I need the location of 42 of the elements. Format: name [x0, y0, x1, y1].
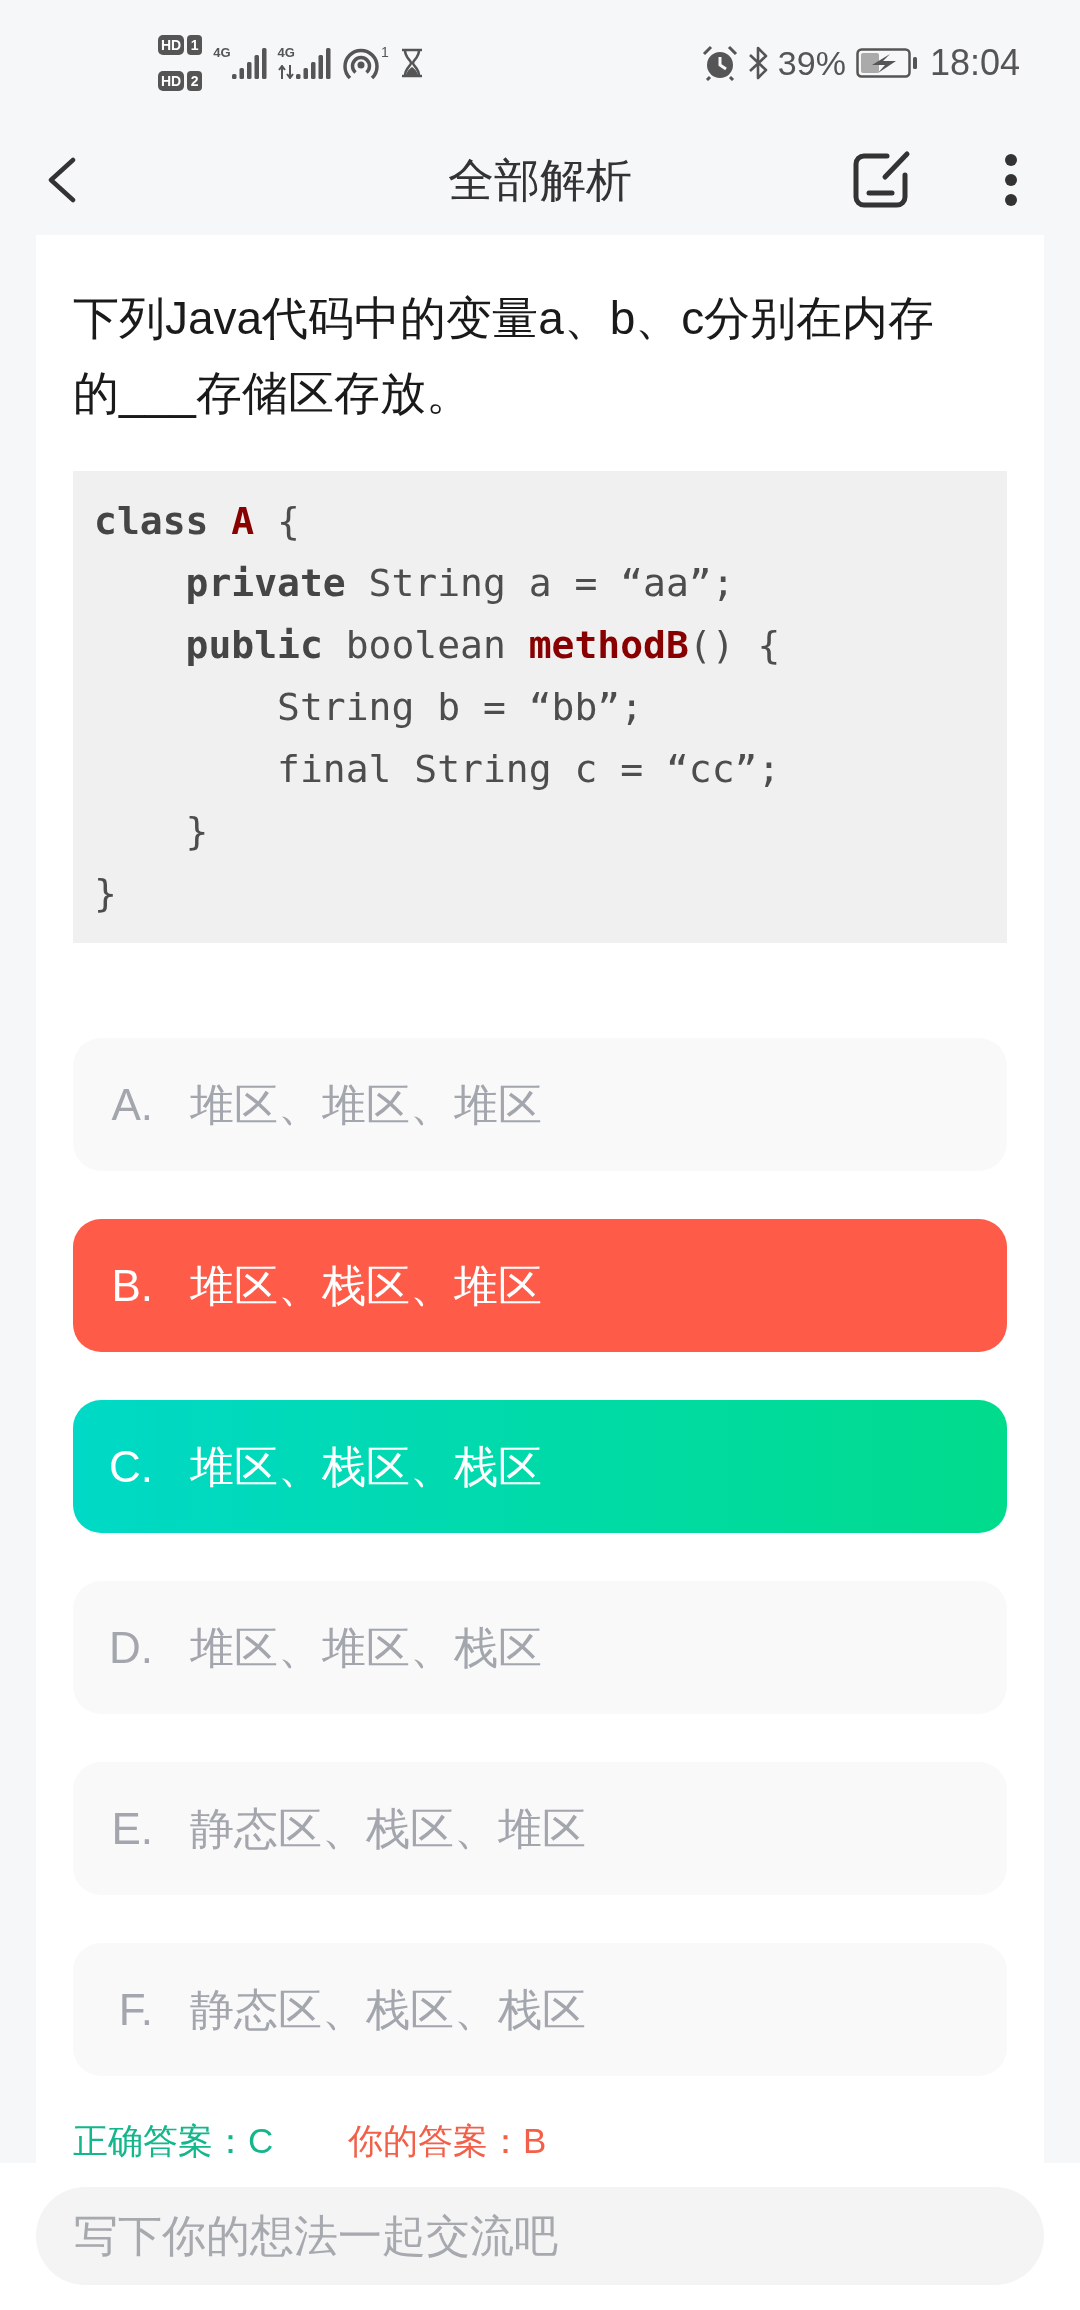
sim-slot-badge: 1 [187, 34, 203, 55]
battery-percent: 39% [777, 42, 846, 83]
code-line: class A { [94, 498, 300, 545]
more-icon [1004, 153, 1018, 207]
code-line: String b = “bb”; [277, 684, 644, 731]
alarm-icon [701, 44, 738, 81]
hd-badge: HD [158, 34, 185, 55]
page-title: 全部解析 [448, 153, 632, 208]
code-line: public boolean methodB() { [185, 622, 781, 669]
option-text: 堆区、栈区、栈区 [190, 1440, 542, 1493]
option-text: 堆区、堆区、栈区 [190, 1621, 542, 1674]
signal-icon [231, 47, 267, 79]
option-letter: A. [111, 1078, 153, 1131]
signal-icon [295, 47, 331, 79]
bluetooth-icon [747, 45, 768, 80]
your-answer-text: 你的答案：B [348, 2122, 547, 2160]
network-type-label: 4G [213, 46, 231, 60]
network-type-label: 4G [277, 46, 295, 60]
option-text: 静态区、栈区、堆区 [190, 1802, 586, 1855]
more-button[interactable] [1002, 152, 1020, 208]
edit-icon [851, 150, 911, 210]
option-letter: C. [109, 1440, 153, 1493]
option-letter: D. [109, 1621, 153, 1674]
hd-badge: HD [158, 70, 185, 91]
option-letter: F. [118, 1983, 153, 2036]
code-line: } [185, 808, 209, 855]
code-line: final String c = “cc”; [277, 746, 781, 793]
code-line: } [94, 870, 117, 917]
hourglass-icon [399, 47, 424, 78]
sim-slot-badge: 2 [187, 70, 203, 91]
option-text: 堆区、栈区、堆区 [190, 1259, 542, 1312]
clock-time: 18:04 [929, 42, 1020, 83]
option-text: 静态区、栈区、栈区 [190, 1983, 586, 2036]
option-letter: B. [111, 1259, 153, 1312]
option-letter: E. [111, 1802, 153, 1855]
code-line: private String a = “aa”; [185, 560, 735, 607]
hotspot-count: 1 [380, 44, 389, 59]
question-text: 下列Java代码中的变量a、b、c分别在内存的___存储区存放。 [73, 291, 936, 421]
comment-field[interactable]: 写下你的想法一起交流吧 [36, 2187, 1044, 2285]
correct-answer-text: 正确答案：C [73, 2121, 274, 2160]
battery-charging-icon [855, 47, 918, 78]
option-text: 堆区、堆区、堆区 [190, 1078, 542, 1131]
